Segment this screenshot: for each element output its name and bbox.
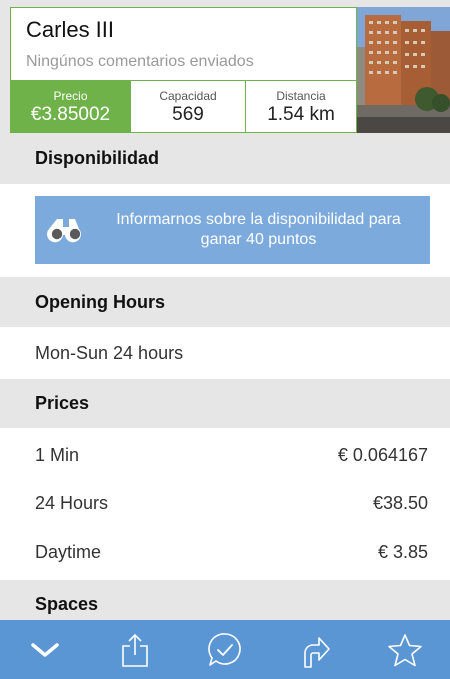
- chevron-down-icon: [31, 642, 59, 657]
- capacity-value: 569: [172, 103, 204, 125]
- header: Carles III Ningúnos comentarios enviados…: [0, 0, 450, 133]
- distance-value: 1.54 km: [267, 103, 335, 125]
- distance-stat: Distancia 1.54 km: [246, 81, 356, 132]
- star-icon: [388, 633, 422, 666]
- price-row: 24 Hours €38.50: [0, 478, 450, 528]
- capacity-stat: Capacidad 569: [131, 81, 246, 132]
- checkin-icon: [208, 632, 241, 666]
- favorite-button[interactable]: [380, 625, 430, 675]
- checkin-button[interactable]: [200, 625, 250, 675]
- building-photo-icon: [357, 7, 450, 133]
- info-card: Carles III Ningúnos comentarios enviados…: [10, 7, 357, 133]
- price-row-value: € 3.85: [377, 541, 428, 562]
- price-stat: Precio €3.85002: [11, 81, 131, 132]
- prices-section-header: Prices: [0, 379, 450, 428]
- page-title: Carles III: [26, 17, 115, 42]
- stats-bar: Precio €3.85002 Capacidad 569 Distancia …: [11, 80, 356, 132]
- price-row-value: €38.50: [372, 492, 428, 513]
- opening-hours-value: Mon-Sun 24 hours: [35, 342, 184, 363]
- share-button[interactable]: [110, 625, 160, 675]
- binoculars-icon: [35, 217, 97, 243]
- price-row: 1 Min € 0.064167: [0, 430, 450, 480]
- bottom-toolbar: [0, 620, 450, 679]
- comments-status[interactable]: Ningúnos comentarios enviados: [26, 53, 254, 71]
- price-row-label: Daytime: [35, 541, 102, 562]
- collapse-button[interactable]: [20, 625, 70, 675]
- price-row-label: 1 Min: [35, 444, 80, 465]
- report-availability-text: Informarnos sobre la disponibilidad para…: [116, 211, 401, 248]
- share-icon: [122, 633, 148, 667]
- directions-button[interactable]: [290, 625, 340, 675]
- opening-hours-row: Mon-Sun 24 hours: [0, 327, 450, 379]
- availability-section-header: Disponibilidad: [0, 133, 450, 184]
- report-availability-button[interactable]: Informarnos sobre la disponibilidad para…: [35, 196, 430, 264]
- distance-label: Distancia: [276, 88, 326, 103]
- price-label: Precio: [53, 88, 88, 103]
- price-row: Daytime € 3.85: [0, 527, 450, 577]
- price-row-value: € 0.064167: [337, 444, 428, 465]
- price-value: €3.85002: [30, 103, 111, 125]
- directions-icon: [304, 636, 330, 668]
- opening-hours-section-header: Opening Hours: [0, 277, 450, 327]
- price-row-label: 24 Hours: [35, 492, 109, 513]
- location-photo[interactable]: [357, 7, 450, 133]
- capacity-label: Capacidad: [159, 88, 217, 103]
